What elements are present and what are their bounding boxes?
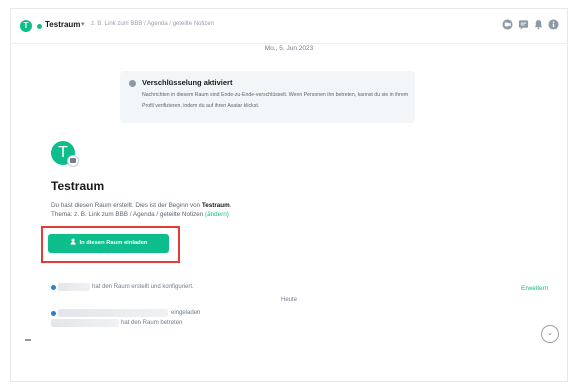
camera-icon[interactable] <box>67 155 79 167</box>
redacted-username <box>51 319 119 327</box>
date-separator: Mo., 5. Jun 2023 <box>264 45 314 52</box>
room-intro-text: Du hast diesen Raum erstellt. Dies ist d… <box>51 201 351 219</box>
room-intro-title: Testraum <box>51 179 105 193</box>
add-user-icon <box>69 238 76 245</box>
intro-topic: Thema: z. B. Link zum BBB / Agenda / get… <box>51 211 206 218</box>
today-separator: Heute <box>280 297 297 303</box>
room-view: T Testraum ▾ z. B. Link zum BBB / Agenda… <box>10 8 568 382</box>
event-joined-text: hat den Raum betreten <box>121 320 183 326</box>
event-created-text: hat den Raum erstellt und konfiguriert. <box>92 284 194 290</box>
intro-created-suffix: . <box>229 202 232 209</box>
room-avatar[interactable]: T <box>20 20 32 32</box>
intro-room-name: Testraum <box>201 202 230 209</box>
encryption-description: Nachrichten in diesem Raum sind Ende-zu-… <box>142 92 409 109</box>
expand-link[interactable]: Erweitern <box>521 285 548 292</box>
redacted-username <box>58 309 168 317</box>
composer-edge <box>25 339 31 341</box>
threads-icon[interactable] <box>518 19 529 30</box>
encryption-notice: Verschlüsselung aktiviert Nachrichten in… <box>120 71 415 123</box>
encryption-title: Verschlüsselung aktiviert <box>142 78 233 87</box>
jump-to-bottom-button[interactable]: ⌄ <box>541 325 559 343</box>
event-invited-text: eingeladen <box>171 310 201 316</box>
intro-created-prefix: Du hast diesen Raum erstellt. Dies ist d… <box>51 202 202 209</box>
edit-topic-link[interactable]: (ändern) <box>205 211 229 218</box>
online-indicator <box>37 24 42 29</box>
redacted-username <box>58 283 90 291</box>
room-header: T Testraum ▾ z. B. Link zum BBB / Agenda… <box>11 9 567 44</box>
chevron-down-icon[interactable]: ▾ <box>81 20 85 28</box>
room-topic[interactable]: z. B. Link zum BBB / Agenda / geteilte N… <box>91 21 214 27</box>
event-avatar[interactable] <box>51 285 56 290</box>
room-info-icon[interactable] <box>548 19 559 30</box>
invite-button-label: In diesen Raum einladen <box>79 240 148 246</box>
video-icon[interactable] <box>502 19 513 30</box>
shield-icon <box>129 80 136 87</box>
invite-button[interactable]: In diesen Raum einladen <box>48 234 169 253</box>
room-name[interactable]: Testraum <box>45 20 80 29</box>
event-avatar[interactable] <box>51 311 56 316</box>
notifications-icon[interactable] <box>533 19 544 30</box>
